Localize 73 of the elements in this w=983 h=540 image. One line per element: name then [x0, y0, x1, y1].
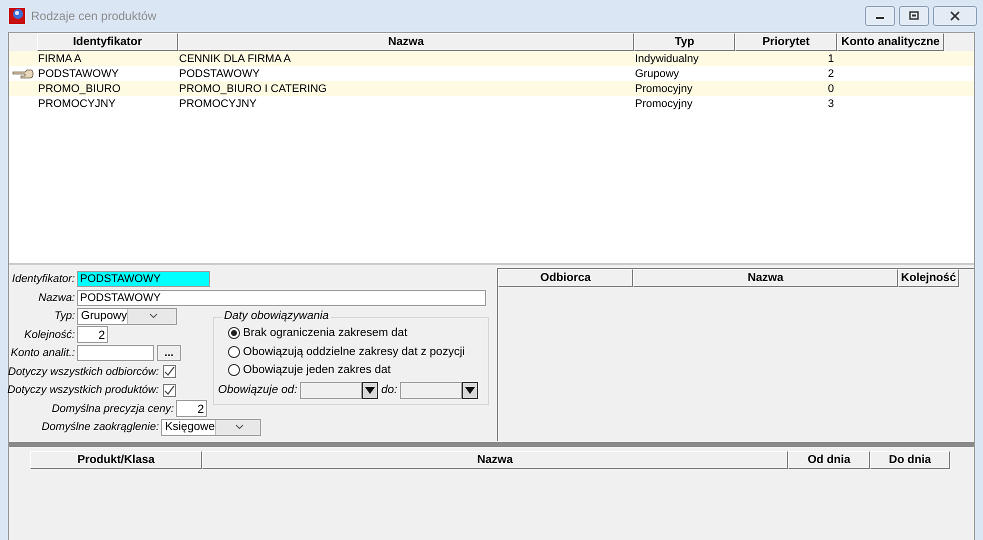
window-title: Rodzaje cen produktów [31, 9, 158, 23]
table-cell-text: 2 [826, 68, 835, 80]
field-label: Domyślne zaokrąglenie: [40, 421, 160, 434]
input-field[interactable]: 2 [77, 326, 108, 344]
input-field[interactable] [77, 345, 154, 362]
column-header[interactable]: Nazwa [178, 33, 634, 51]
field-label: Identyfikator: [11, 273, 76, 286]
checkbox[interactable] [163, 384, 176, 397]
table-cell-text: Promocyjny [634, 82, 694, 94]
table-cell-text: PROMO_BIURO I CATERING [178, 82, 328, 94]
input-field[interactable]: PODSTAWOWY [77, 271, 210, 288]
table-cell-text: Grupowy [634, 68, 680, 80]
table-cell-text: 1 [826, 52, 835, 64]
radio-button[interactable] [228, 364, 240, 376]
column-header[interactable]: Kolejność [898, 269, 959, 287]
table-row[interactable]: PROMO_BIURO PROMO_BIURO I CATERING Promocyjny 0 [9, 81, 974, 96]
column-header[interactable]: Nazwa [202, 451, 788, 469]
chevron-down-icon [149, 313, 158, 320]
column-header[interactable]: Nazwa [633, 269, 898, 287]
field-label: Dotyczy wszystkich produktów: [6, 384, 160, 396]
date-field[interactable] [300, 382, 362, 398]
maximize-icon [909, 11, 919, 21]
browse-button[interactable]: ... [157, 345, 181, 362]
table-cell-text: PROMO_BIURO [37, 82, 122, 94]
field-label: Konto analit.: [10, 347, 76, 360]
column-header[interactable]: Od dnia [788, 451, 870, 469]
checkbox[interactable] [163, 365, 176, 378]
column-header[interactable]: Identyfikator [37, 33, 178, 51]
table-cell-text: Promocyjny [634, 98, 694, 110]
date-field[interactable] [400, 382, 462, 398]
column-header[interactable]: Odbiorca [498, 269, 633, 287]
table-cell-text: PODSTAWOWY [37, 68, 120, 80]
table-cell-text: 0 [826, 82, 835, 94]
column-header[interactable]: Typ [634, 33, 735, 51]
radio-label: Obowiązuje jeden zakres dat [243, 364, 391, 376]
dropdown[interactable]: Grupowy [77, 308, 177, 325]
radio-label: Obowiązują oddzielne zakresy dat z pozycji [243, 346, 465, 358]
field-label: Obowiązuje od: [218, 384, 298, 396]
dropdown-button[interactable] [462, 382, 478, 398]
field-label: Dotyczy wszystkich odbiorców: [7, 366, 160, 378]
field-label: Typ: [53, 310, 76, 322]
minimize-button[interactable] [865, 6, 895, 26]
table-cell-text: 3 [826, 98, 835, 110]
radio-button[interactable] [228, 346, 240, 358]
table-row[interactable]: FIRMA A CENNIK DLA FIRMA A Indywidualny 1 [9, 51, 974, 66]
table-cell-text: PODSTAWOWY [178, 68, 261, 80]
close-icon [950, 11, 960, 21]
table-cell-text: PROMOCYJNY [37, 98, 117, 110]
radio-button[interactable] [228, 327, 240, 340]
column-header[interactable]: Konto analityczne [837, 33, 944, 51]
app-icon [8, 7, 26, 25]
field-label: Domyślna precyzja ceny: [50, 402, 175, 415]
dropdown[interactable]: Księgowe [161, 418, 261, 436]
close-button[interactable] [933, 6, 977, 26]
field-label: do: [381, 384, 398, 396]
table-cell-text: PROMOCYJNY [178, 98, 258, 110]
field-label: Kolejność: [23, 328, 76, 341]
dropdown-button[interactable] [362, 382, 378, 398]
column-header[interactable]: Do dnia [870, 451, 950, 469]
table-cell-text: Indywidualny [634, 52, 700, 64]
column-header[interactable]: Priorytet [735, 33, 837, 51]
chevron-down-icon [234, 424, 244, 430]
field-label: Nazwa: [37, 292, 76, 304]
input-field[interactable]: PODSTAWOWY [77, 290, 486, 306]
radio-label: Brak ograniczenia zakresem dat [243, 327, 408, 340]
column-header[interactable]: Produkt/Klasa [30, 451, 202, 469]
table-cell-text: FIRMA A [37, 52, 82, 64]
table-cell-text: CENNIK DLA FIRMA A [178, 52, 292, 64]
group-title: Daty obowiązywania [222, 310, 331, 322]
maximize-button[interactable] [899, 6, 929, 26]
triangle-down-icon [365, 386, 376, 394]
triangle-down-icon [465, 386, 476, 394]
input-field[interactable]: 2 [176, 400, 207, 418]
